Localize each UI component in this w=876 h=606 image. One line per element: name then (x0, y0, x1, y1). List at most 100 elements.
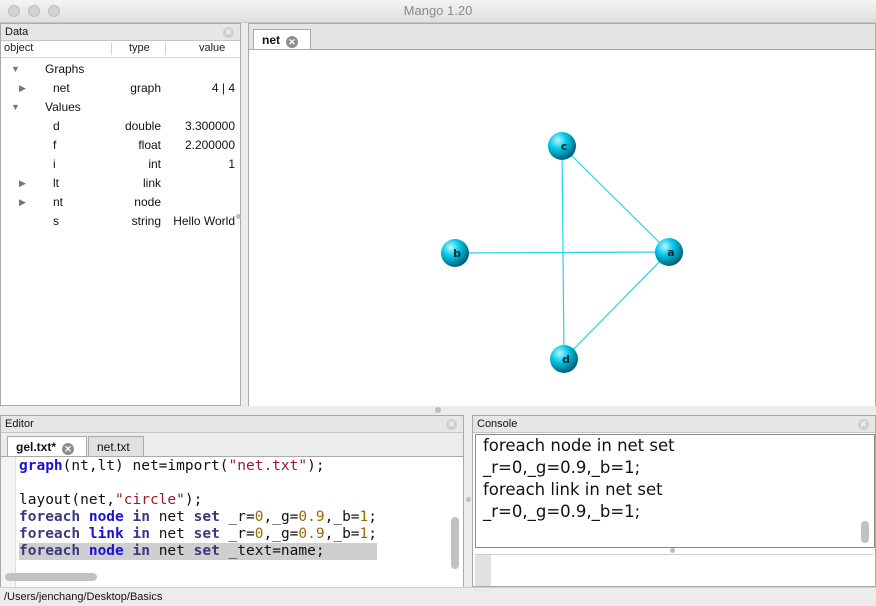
console-line: _r=0,_g=0.9,_b=1; (483, 458, 641, 477)
code-line[interactable]: foreach node in net set _text=name; (19, 543, 325, 560)
column-divider (165, 43, 166, 55)
console-line: foreach node in net set (483, 436, 675, 455)
code-editor[interactable]: graph(nt,lt) net=import("net.txt"); layou… (1, 456, 463, 587)
graph-node-b[interactable]: b (441, 239, 469, 267)
code-token: 1 (359, 509, 369, 525)
tree-row-type: double (124, 119, 161, 133)
expand-down-icon[interactable]: ▼ (11, 98, 20, 117)
code-token: _text=name; (219, 543, 325, 559)
code-token: link (88, 526, 124, 542)
tree-row-name: net (53, 81, 70, 95)
tree-row-type: graph (130, 81, 161, 95)
edge-c-a[interactable] (561, 145, 670, 253)
editor-horizontal-scrollbar[interactable] (5, 573, 97, 581)
data-panel-close-icon[interactable]: ✕ (223, 27, 234, 38)
editor-panel: Editor ✕ gel.txt* ✕ net.txt graph(nt,lt) … (0, 415, 464, 587)
console-scrollbar[interactable] (861, 521, 869, 543)
code-line[interactable]: graph(nt,lt) net=import("net.txt"); (19, 458, 325, 475)
graph-node-d[interactable]: d (550, 345, 578, 373)
code-line[interactable]: foreach node in net set _r=0,_g=0.9,_b=1… (19, 509, 377, 526)
graph-node-a[interactable]: a (655, 238, 683, 266)
console-panel: Console ✕ foreach node in net set _r=0,_g… (472, 415, 876, 587)
code-token: "circle" (115, 492, 185, 508)
status-path: /Users/jenchang/Desktop/Basics (4, 591, 163, 603)
console-panel-title: Console (477, 418, 518, 430)
tab-net-txt[interactable]: net.txt (88, 436, 144, 456)
expand-right-icon[interactable]: ▶ (19, 79, 26, 98)
code-token: set (193, 526, 220, 542)
graph-panel: net ✕ c b a d (248, 23, 876, 406)
code-token: foreach (19, 526, 81, 542)
tree-row[interactable]: i int 1 (1, 155, 239, 174)
edge-b-a[interactable] (454, 251, 670, 254)
editor-vertical-scrollbar[interactable] (451, 517, 459, 569)
code-token: ); (307, 458, 325, 474)
tree-row-name: nt (53, 195, 64, 209)
code-line[interactable]: foreach link in net set _r=0,_g=0.9,_b=1… (19, 526, 377, 543)
code-token: 1 (359, 526, 369, 542)
code-token: ,_b= (324, 526, 360, 542)
tree-row[interactable]: ▼ Graphs (1, 60, 239, 79)
console-panel-close-icon[interactable]: ✕ (858, 419, 869, 430)
console-input[interactable] (493, 557, 873, 584)
code-token: set (193, 543, 220, 559)
tree-row[interactable]: s string Hello World (1, 212, 239, 231)
tree-row[interactable]: ▶ nt node (1, 193, 239, 212)
tree-row[interactable]: f float 2.200000 (1, 136, 239, 155)
column-header-object[interactable]: object (4, 41, 33, 56)
tree-row[interactable]: d double 3.300000 (1, 117, 239, 136)
code-token: (nt,lt) net=import( (62, 458, 229, 474)
column-header-type[interactable]: type (129, 41, 150, 56)
tab-gel-txt[interactable]: gel.txt* ✕ (7, 436, 87, 456)
graph-canvas[interactable]: c b a d (249, 49, 875, 406)
node-label: a (667, 246, 674, 259)
tree-row-type: float (138, 138, 161, 152)
data-panel: Data ✕ object type value ▼ Graphs ▶ net grap… (0, 23, 241, 406)
code-token: 0.9 (298, 509, 325, 525)
tree-row-value: 3.300000 (184, 119, 235, 133)
code-token: _r= (219, 509, 255, 525)
tree-row-name: i (53, 157, 56, 171)
editor-tab-bar: gel.txt* ✕ net.txt (1, 433, 463, 456)
window-title: Mango 1.20 (403, 3, 473, 18)
tree-row-type: link (142, 176, 161, 190)
tree-row[interactable]: ▼ Values (1, 98, 239, 117)
tree-row-value: 1 (228, 157, 235, 171)
tree-row[interactable]: ▶ lt link (1, 174, 239, 193)
splitter-handle[interactable] (466, 497, 471, 502)
tree-row-type: node (134, 195, 161, 209)
tab-gel-txt-label: gel.txt* (16, 440, 57, 454)
splitter-handle[interactable] (435, 407, 441, 413)
tab-close-icon[interactable]: ✕ (286, 36, 298, 48)
splitter-handle[interactable] (670, 548, 675, 553)
tree-row-name: d (53, 119, 60, 133)
code-token: layout(net, (19, 492, 116, 508)
editor-gutter (1, 457, 16, 587)
tab-net-txt-label: net.txt (97, 440, 130, 454)
tab-close-icon[interactable]: ✕ (62, 443, 75, 455)
network-graph[interactable]: c b a d (249, 50, 875, 406)
console-output[interactable]: foreach node in net set _r=0,_g=0.9,_b=1;… (475, 434, 875, 548)
edge-a-d[interactable] (563, 251, 670, 360)
splitter-handle[interactable] (236, 214, 241, 219)
node-label: c (561, 140, 568, 153)
editor-panel-close-icon[interactable]: ✕ (446, 419, 457, 430)
data-panel-header: Data ✕ (1, 24, 240, 41)
code-line[interactable]: layout(net,"circle"); (19, 492, 202, 509)
code-token: foreach (19, 543, 81, 559)
code-token: ; (368, 526, 377, 542)
tab-net[interactable]: net ✕ (253, 29, 311, 49)
code-token: in (132, 543, 150, 559)
column-header-value[interactable]: value (199, 41, 225, 56)
code-token: "net.txt" (228, 458, 308, 474)
code-token: in (132, 526, 150, 542)
expand-right-icon[interactable]: ▶ (19, 174, 26, 193)
expand-right-icon[interactable]: ▶ (19, 193, 26, 212)
tree-row-name: s (53, 214, 59, 228)
column-divider (111, 43, 112, 55)
tree-row[interactable]: ▶ net graph 4 | 4 (1, 79, 239, 98)
tree-row-name: Graphs (45, 62, 85, 76)
tree-row-value: Hello World (173, 214, 235, 228)
expand-down-icon[interactable]: ▼ (11, 60, 20, 79)
graph-node-c[interactable]: c (548, 132, 576, 160)
